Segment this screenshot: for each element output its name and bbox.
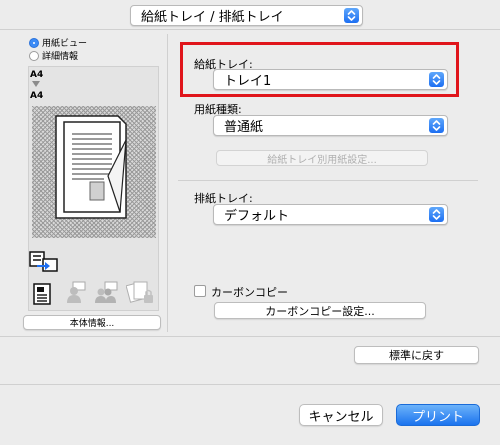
radio-paper-view-label: 用紙ビュー [42,39,88,49]
panel-selector-dropdown[interactable]: 給紙トレイ / 排紙トレイ [130,5,363,26]
arrow-down-icon [32,81,40,87]
bottom-divider [0,384,500,385]
device-info-button[interactable]: 本体情報... [23,315,161,330]
paper-size-bottom: A4 [30,91,44,101]
carbon-copy-label: カーボンコピー [211,286,288,299]
radio-selected-icon [29,37,39,48]
restore-defaults-label: 標準に戻す [389,349,444,362]
paper-type-dropdown[interactable]: 普通紙 [213,115,448,136]
restore-defaults-button[interactable]: 標準に戻す [354,346,479,364]
cancel-button[interactable]: キャンセル [299,404,383,426]
document-icon [33,283,51,305]
chevron-updown-icon [429,207,444,222]
output-tray-dropdown[interactable]: デフォルト [213,204,448,225]
carbon-copy-settings-button[interactable]: カーボンコピー設定... [214,302,426,319]
print-button[interactable]: プリント [396,404,480,426]
paper-sheet-icon [55,115,127,219]
printer-output-icon [29,251,58,272]
middle-divider [0,336,500,337]
paper-type-value: 普通紙 [224,120,264,135]
radio-paper-view[interactable]: 用紙ビュー [29,36,87,49]
carbon-copy-checkbox[interactable] [194,285,206,297]
print-button-label: プリント [411,409,464,425]
chevron-updown-icon [429,72,444,87]
chevron-updown-icon [344,8,359,23]
tray-paper-settings-label: 給紙トレイ別用紙設定... [267,154,377,166]
top-divider [0,29,500,30]
vertical-divider [167,34,168,332]
paper-tray-value: トレイ1 [224,74,272,89]
secure-documents-icon [126,281,153,303]
settings-divider [178,180,478,181]
radio-detail-info-label: 詳細情報 [42,52,79,62]
carbon-copy-settings-label: カーボンコピー設定... [265,304,375,318]
group-users-icon [95,281,118,303]
output-tray-value: デフォルト [224,209,290,224]
radio-unselected-icon [29,50,39,61]
user-icon [67,281,86,303]
paper-tray-dropdown[interactable]: トレイ1 [213,69,448,90]
chevron-updown-icon [429,118,444,133]
paper-size-top: A4 [30,70,44,80]
radio-detail-info[interactable]: 詳細情報 [29,49,78,62]
panel-selector-label: 給紙トレイ / 排紙トレイ [141,10,284,25]
device-info-button-label: 本体情報... [69,319,115,329]
cancel-button-label: キャンセル [308,409,374,425]
tray-paper-settings-button[interactable]: 給紙トレイ別用紙設定... [216,150,428,166]
